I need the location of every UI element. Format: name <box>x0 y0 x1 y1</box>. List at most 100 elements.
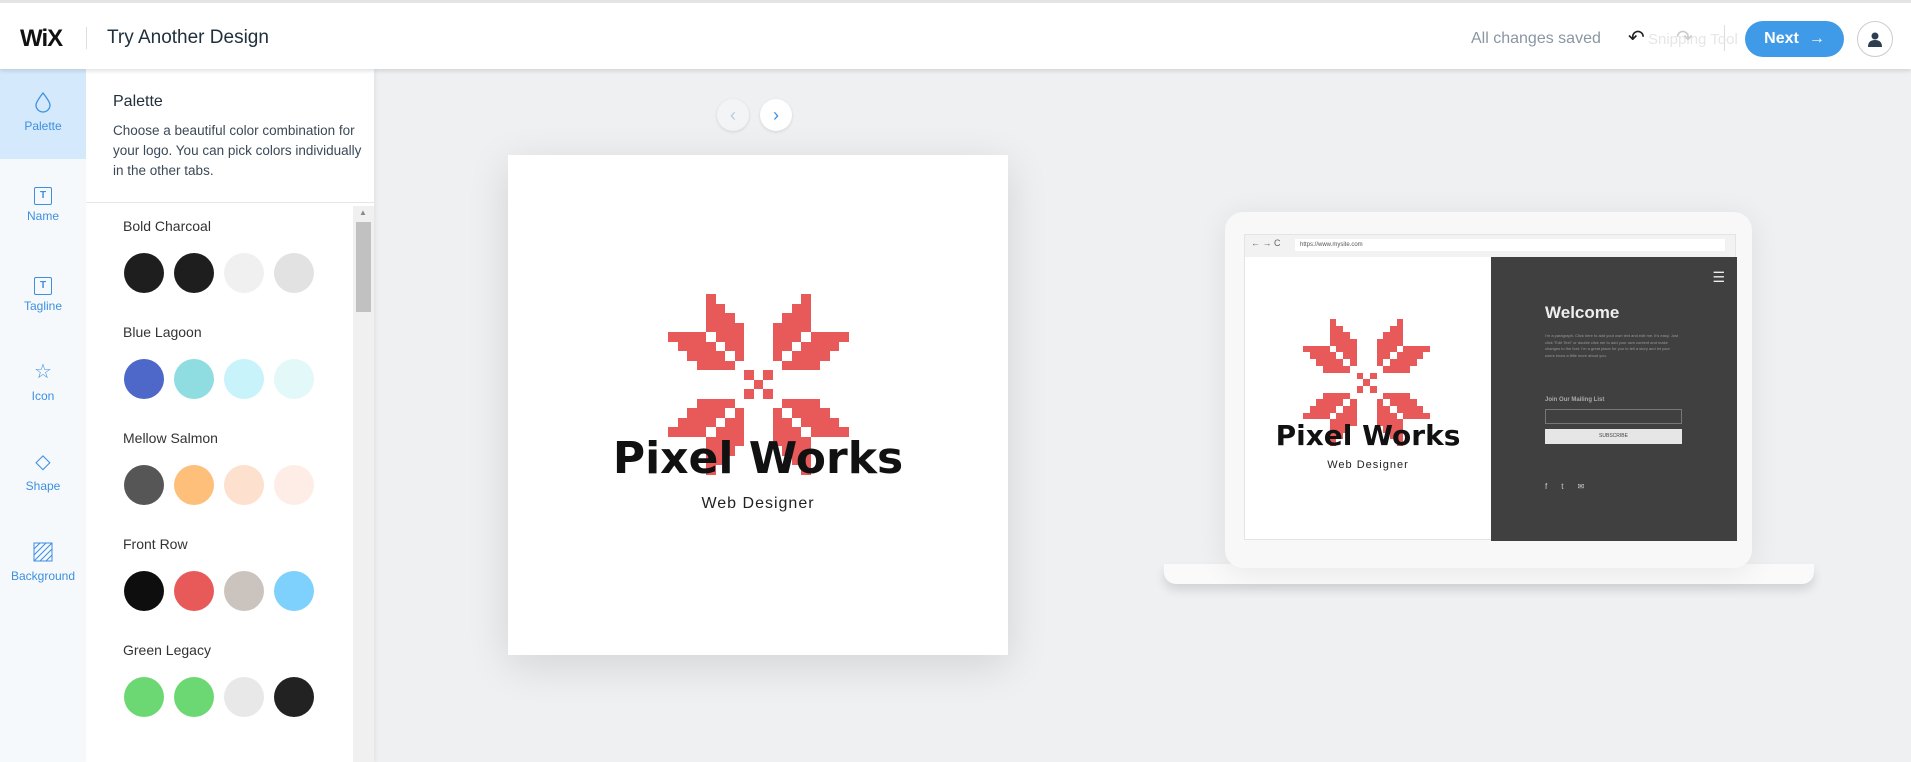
icon-pixel <box>715 332 725 342</box>
icon-pixel <box>1416 405 1424 413</box>
icon-pixel <box>763 408 773 418</box>
chevron-left-icon: ‹ <box>730 104 736 125</box>
palette-option[interactable] <box>124 571 314 611</box>
icon-pixel <box>744 342 754 352</box>
icon-pixel <box>725 351 735 361</box>
icon-pixel <box>763 332 773 342</box>
icon-pixel <box>811 370 821 380</box>
icon-pixel <box>1370 359 1377 366</box>
icon-pixel <box>830 408 840 418</box>
palette-option[interactable] <box>124 677 314 717</box>
icon-pixel <box>1396 365 1404 373</box>
icon-pixel <box>753 379 763 389</box>
icon-pixel <box>668 351 678 361</box>
icon-pixel <box>782 351 792 361</box>
icon-pixel <box>1350 379 1357 386</box>
icon-pixel <box>1383 339 1390 346</box>
color-swatch[interactable] <box>174 571 214 611</box>
palette-option[interactable] <box>124 359 314 399</box>
color-swatch[interactable] <box>124 677 164 717</box>
icon-pixel <box>1310 319 1317 326</box>
sidebar-item-shape[interactable]: ◇ Shape <box>0 429 86 519</box>
sidebar-item-palette[interactable]: Palette <box>0 69 86 159</box>
icon-pixel <box>773 304 783 314</box>
icon-pixel <box>1403 392 1410 400</box>
avatar[interactable] <box>1857 21 1893 57</box>
scrollbar-thumb[interactable] <box>356 222 371 312</box>
icon-pixel <box>773 380 783 390</box>
color-swatch[interactable] <box>174 465 214 505</box>
icon-pixel <box>1329 392 1337 400</box>
icon-pixel <box>763 342 773 352</box>
icon-pixel <box>1323 399 1330 406</box>
icon-pixel <box>697 323 707 333</box>
color-swatch[interactable] <box>174 253 214 293</box>
divider <box>86 202 374 203</box>
icon-pixel <box>801 398 811 408</box>
color-swatch[interactable] <box>274 253 314 293</box>
text-box-icon: T <box>34 277 52 295</box>
color-swatch[interactable] <box>224 359 264 399</box>
icon-pixel <box>1350 366 1357 373</box>
icon-pixel <box>754 370 764 380</box>
icon-pixel <box>1403 319 1410 326</box>
color-swatch[interactable] <box>124 359 164 399</box>
icon-pixel <box>1423 359 1430 366</box>
color-swatch[interactable] <box>224 677 264 717</box>
icon-pixel <box>1383 373 1390 380</box>
icon-pixel <box>782 389 792 399</box>
icon-pixel <box>687 380 697 390</box>
icon-pixel <box>668 408 678 418</box>
icon-pixel <box>820 332 830 342</box>
icon-pixel <box>839 370 849 380</box>
icon-pixel <box>782 370 792 380</box>
icon-pixel <box>1423 373 1430 380</box>
scrollbar[interactable]: ▲ <box>353 206 374 762</box>
scroll-up-icon[interactable]: ▲ <box>359 208 367 217</box>
icon-pixel <box>696 351 706 361</box>
sidebar-item-name[interactable]: T Name <box>0 159 86 249</box>
icon-pixel <box>1376 359 1384 366</box>
color-swatch[interactable] <box>124 571 164 611</box>
icon-pixel <box>1357 379 1364 386</box>
icon-pixel <box>1389 339 1397 346</box>
sidebar-item-tagline[interactable]: T Tagline <box>0 249 86 339</box>
icon-pixel <box>725 294 735 304</box>
previous-design-button[interactable]: ‹ <box>717 99 749 131</box>
color-swatch[interactable] <box>124 253 164 293</box>
icon-pixel <box>1343 352 1350 360</box>
url-bar: https://www.mysite.com <box>1295 239 1725 251</box>
color-swatch[interactable] <box>274 571 314 611</box>
sidebar-item-background[interactable]: Background <box>0 519 86 609</box>
color-swatch[interactable] <box>274 677 314 717</box>
next-button[interactable]: Next → <box>1745 21 1844 57</box>
icon-pixel <box>1323 392 1330 400</box>
page-title: Try Another Design <box>107 27 269 48</box>
color-swatch[interactable] <box>174 677 214 717</box>
color-swatch[interactable] <box>124 465 164 505</box>
color-swatch[interactable] <box>224 571 264 611</box>
icon-pixel <box>1376 339 1384 346</box>
redo-icon[interactable]: ↷ <box>1676 25 1693 50</box>
undo-icon[interactable]: ↶ <box>1628 25 1645 50</box>
icon-pixel <box>687 341 697 351</box>
color-swatch[interactable] <box>224 465 264 505</box>
icon-pixel <box>706 351 716 361</box>
icon-pixel <box>1383 345 1390 353</box>
color-swatch[interactable] <box>224 253 264 293</box>
next-design-button[interactable]: › <box>760 99 792 131</box>
color-swatch[interactable] <box>274 465 314 505</box>
icon-pixel <box>1303 379 1310 386</box>
palette-option[interactable] <box>124 253 314 293</box>
color-swatch[interactable] <box>274 359 314 399</box>
icon-pixel <box>678 323 688 333</box>
icon-pixel <box>1403 405 1410 413</box>
icon-pixel <box>1350 386 1357 393</box>
palette-option[interactable] <box>124 465 314 505</box>
wix-logo[interactable]: WiX <box>20 25 63 53</box>
icon-pixel <box>1343 332 1350 340</box>
icon-pixel <box>735 361 745 371</box>
icon-pixel <box>1410 399 1417 406</box>
color-swatch[interactable] <box>174 359 214 399</box>
sidebar-item-icon[interactable]: ☆ Icon <box>0 339 86 429</box>
